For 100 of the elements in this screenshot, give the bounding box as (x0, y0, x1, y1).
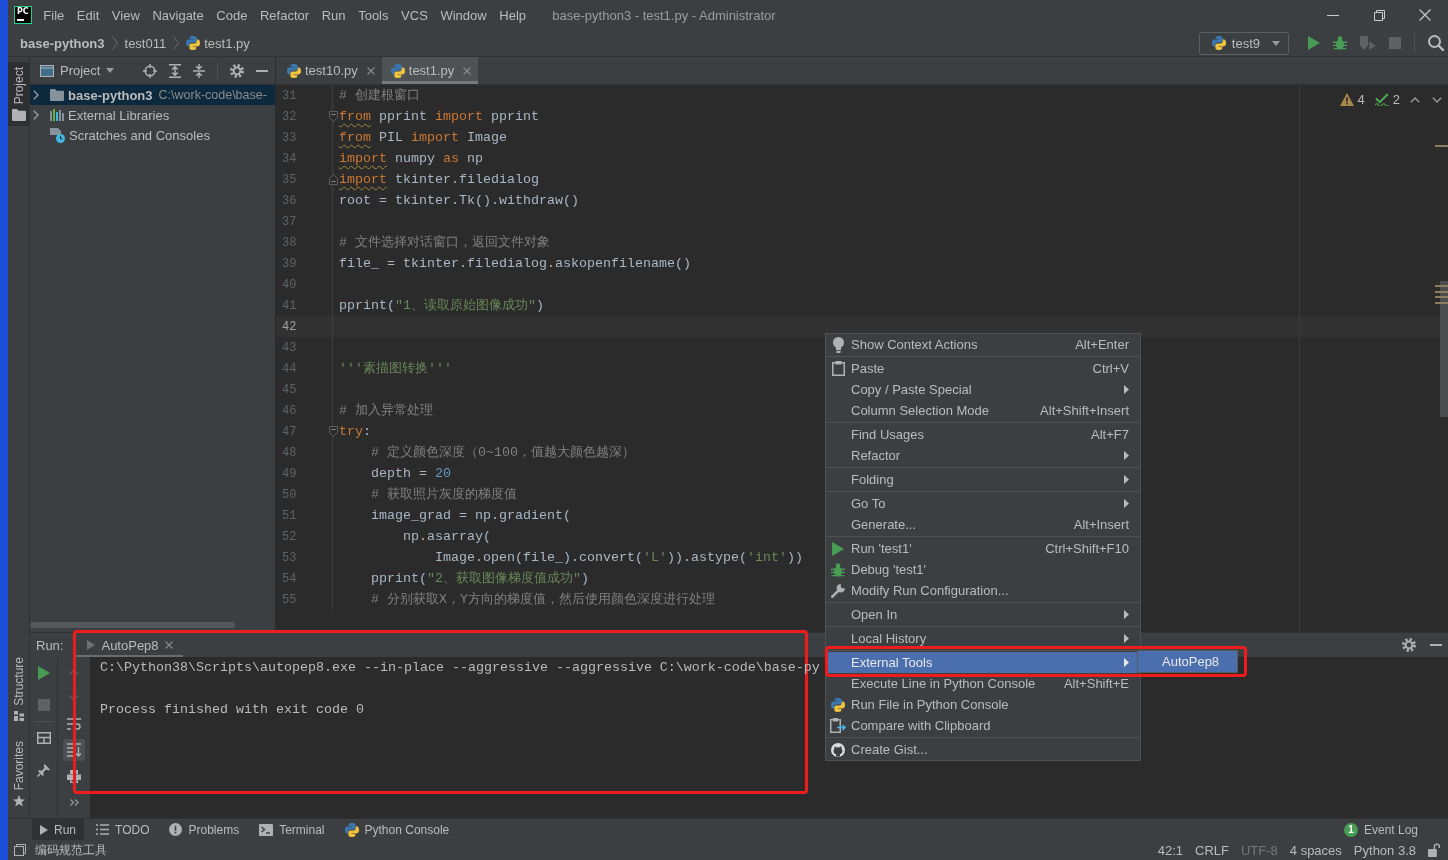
minimize-icon (1327, 14, 1339, 16)
menu-item[interactable]: View (105, 0, 147, 30)
pin-icon[interactable] (37, 763, 50, 777)
menu-item[interactable]: Folding (826, 469, 1140, 490)
menu-item[interactable]: Refactor (826, 445, 1140, 466)
menu-item[interactable]: Run (315, 0, 352, 30)
tool-window-tab[interactable]: Structure (8, 651, 29, 726)
window-title: base-python3 - test1.py - Administrator (552, 7, 776, 23)
breadcrumb[interactable]: test1.py (186, 32, 250, 54)
status-item[interactable]: CRLF (1195, 842, 1229, 858)
layout-icon[interactable] (36, 732, 51, 744)
menu-item[interactable]: Debug 'test1' (826, 559, 1140, 580)
menu-item[interactable]: AutoPep8 (1138, 651, 1237, 672)
line-number: 31 (282, 88, 297, 103)
python-icon (186, 36, 201, 50)
fold-marker-icon[interactable] (328, 426, 338, 437)
fold-marker-icon[interactable] (328, 174, 338, 185)
run-config-dropdown[interactable]: test9 (1198, 31, 1289, 55)
tool-window-button[interactable]: Run (32, 819, 84, 840)
menu-item[interactable]: Copy / Paste Special (826, 379, 1140, 400)
menu-item[interactable]: Find Usages Alt+F7 (826, 424, 1140, 445)
menu-item[interactable]: Open In (826, 604, 1140, 625)
menu-item[interactable]: Generate... Alt+Insert (826, 514, 1140, 535)
menu-item[interactable]: Local History (826, 628, 1140, 649)
editor-tab[interactable]: test10.py (278, 57, 382, 84)
menu-item[interactable]: Column Selection Mode Alt+Shift+Insert (826, 400, 1140, 421)
tool-window-button[interactable]: TODO (88, 819, 158, 840)
alert-icon (169, 823, 183, 836)
menu-item[interactable]: Compare with Clipboard (826, 715, 1140, 736)
menu-item[interactable]: Execute Line in Python Console Alt+Shift+E (826, 673, 1140, 694)
tool-window-button[interactable]: Terminal (251, 819, 333, 840)
lightbulb-icon (832, 336, 844, 353)
line-number: 51 (282, 508, 297, 523)
python-icon (287, 63, 301, 78)
close-icon[interactable] (164, 641, 173, 649)
tool-window-button[interactable]: 1 Event Log (1335, 819, 1426, 840)
tool-window-button[interactable]: Python Console (336, 819, 458, 840)
collapse-all-icon[interactable] (193, 63, 205, 78)
menu-item[interactable]: Navigate (146, 0, 210, 30)
window-toggle-icon[interactable] (14, 844, 26, 856)
tree-item[interactable]: base-python3 C:\work-code\base- (30, 85, 275, 105)
menu-item[interactable]: VCS (394, 0, 435, 30)
printer-icon[interactable] (67, 769, 81, 783)
menu-item[interactable]: Run 'test1' Ctrl+Shift+F10 (826, 538, 1140, 559)
terminal-icon (259, 823, 274, 836)
close-icon[interactable] (366, 66, 375, 75)
line-number: 33 (282, 130, 297, 145)
menu-item[interactable]: Paste Ctrl+V (826, 358, 1140, 379)
menu-item[interactable]: File (37, 0, 71, 30)
tool-window-tab[interactable]: Project (8, 62, 29, 127)
menu-item[interactable]: Modify Run Configuration... (826, 580, 1140, 601)
search-icon[interactable] (1428, 35, 1444, 51)
status-item[interactable]: 4 spaces (1289, 842, 1342, 858)
menu-item[interactable]: Create Gist... (826, 739, 1140, 760)
play-icon[interactable] (37, 666, 50, 680)
bug-icon[interactable] (1333, 36, 1347, 50)
chevron-icon[interactable] (33, 90, 39, 100)
menu-item[interactable]: Go To (826, 493, 1140, 514)
minus-icon[interactable] (256, 69, 268, 72)
double-chevron-icon[interactable] (69, 798, 79, 806)
menu-item[interactable]: Edit (70, 0, 106, 30)
menu-item[interactable]: Window (434, 0, 493, 30)
breadcrumb[interactable]: test011 (124, 32, 167, 54)
status-item[interactable]: 42:1 (1157, 842, 1183, 858)
settings-icon[interactable] (230, 63, 244, 78)
code-line: # 定义颜色深度（0~100，值越大颜色越深） (371, 444, 635, 462)
fold-marker-icon[interactable] (328, 111, 338, 122)
close-icon[interactable] (463, 66, 472, 75)
inspection-count: 4 (1357, 92, 1365, 107)
menu-item[interactable]: Tools (351, 0, 395, 30)
horizontal-scrollbar[interactable] (30, 622, 235, 628)
tree-item[interactable]: External Libraries (30, 105, 275, 125)
chevron-up-icon[interactable] (1410, 96, 1420, 103)
line-number: 45 (282, 382, 297, 397)
status-item[interactable]: Python 3.8 (1353, 842, 1416, 858)
caret-icon (1272, 40, 1280, 46)
scrollbar-thumb[interactable] (1440, 281, 1448, 417)
menu-item[interactable]: External Tools (826, 652, 1140, 673)
menu-item[interactable]: Refactor (253, 0, 316, 30)
line-number: 49 (282, 466, 297, 481)
menu-item[interactable]: Run File in Python Console (826, 694, 1140, 715)
play-icon[interactable] (1308, 36, 1320, 50)
chevron-down-icon[interactable] (1432, 96, 1442, 103)
unlocked-padlock-icon[interactable] (1428, 843, 1440, 857)
menu-item[interactable]: Code (210, 0, 254, 30)
status-message: 编码规范工具 (35, 841, 107, 859)
expand-all-icon[interactable] (169, 63, 181, 78)
project-view-dropdown[interactable]: Project (40, 58, 115, 83)
menu-item[interactable]: Help (493, 0, 533, 30)
menu-item[interactable]: Show Context Actions Alt+Enter (826, 334, 1140, 355)
crosshair-icon[interactable] (143, 63, 157, 78)
tool-window-tab[interactable]: Favorites (8, 735, 29, 812)
line-number: 41 (282, 298, 297, 313)
close-icon (1419, 9, 1431, 21)
breadcrumb[interactable]: base-python3 (20, 32, 105, 54)
editor-tab[interactable]: test1.py (381, 57, 479, 84)
tree-item[interactable]: Scratches and Consoles (30, 125, 275, 145)
tool-window-button[interactable]: Problems (161, 819, 248, 840)
chevron-icon[interactable] (33, 110, 39, 120)
settings-icon[interactable] (1402, 638, 1416, 652)
